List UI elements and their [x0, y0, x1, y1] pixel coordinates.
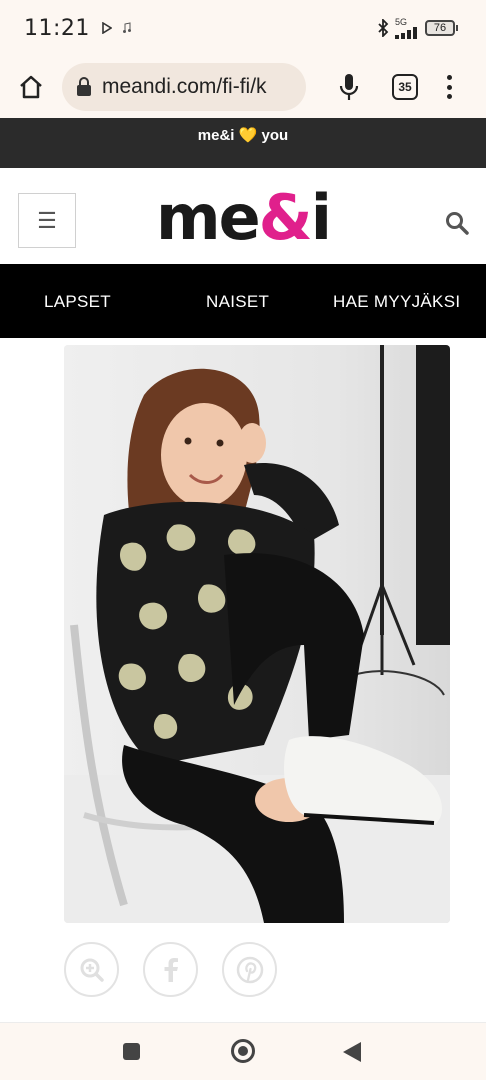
- home-button[interactable]: [14, 70, 48, 104]
- facebook-share-button[interactable]: [143, 942, 198, 997]
- bluetooth-icon: [378, 19, 389, 37]
- status-bar: 11:21 5G 76: [0, 0, 486, 56]
- music-notification-icon: [122, 22, 131, 33]
- product-photo[interactable]: [64, 345, 450, 923]
- microphone-icon: [339, 74, 359, 100]
- tab-count: 35: [398, 80, 412, 94]
- main-navigation: LAPSET NAISET HAE MYYJÄKSI: [0, 264, 486, 338]
- pinterest-share-button[interactable]: [222, 942, 277, 997]
- home-circle-icon[interactable]: [231, 1039, 255, 1063]
- facebook-icon: [164, 957, 178, 982]
- hamburger-menu-button[interactable]: ☰: [18, 193, 76, 248]
- site-logo[interactable]: me&i: [156, 180, 332, 256]
- hamburger-icon: ☰: [37, 207, 57, 233]
- nav-item-lapset[interactable]: LAPSET: [44, 292, 111, 312]
- address-bar[interactable]: meandi.com/fi-fi/k: [62, 63, 306, 111]
- network-type-label: 5G: [395, 16, 408, 27]
- voice-search-button[interactable]: [334, 70, 364, 104]
- status-time: 11:21: [24, 15, 90, 41]
- product-photo-illustration: [64, 345, 450, 923]
- browser-menu-button[interactable]: [444, 72, 454, 102]
- heart-icon: 💛: [238, 127, 258, 144]
- site-header: ☰ me&i: [0, 168, 486, 264]
- zoom-in-icon: [80, 958, 104, 982]
- status-notification-icons: [102, 22, 132, 34]
- tab-switcher-button[interactable]: 35: [392, 74, 418, 100]
- signal-strength-icon: [395, 26, 417, 39]
- promo-text: me&i 💛 you: [197, 127, 289, 144]
- promo-banner: me&i 💛 you: [0, 118, 486, 168]
- status-right-icons: 5G 76: [377, 16, 458, 39]
- lock-icon: [77, 77, 91, 96]
- play-notification-icon: [102, 22, 112, 34]
- search-icon[interactable]: [444, 210, 470, 236]
- zoom-button[interactable]: [64, 942, 119, 997]
- pinterest-icon: [236, 956, 263, 983]
- battery-level: 76: [433, 22, 447, 34]
- url-text: meandi.com/fi-fi/k: [102, 75, 267, 98]
- battery-indicator: 76: [425, 20, 458, 36]
- nav-item-naiset[interactable]: NAISET: [206, 292, 269, 312]
- share-buttons: [64, 942, 277, 997]
- browser-toolbar: meandi.com/fi-fi/k 35: [0, 56, 486, 118]
- nav-item-hae-myyjaksi[interactable]: HAE MYYJÄKSI: [333, 292, 460, 312]
- home-icon: [20, 75, 42, 99]
- recent-apps-icon[interactable]: [123, 1043, 140, 1060]
- system-navigation-bar: [0, 1022, 486, 1080]
- back-arrow-icon[interactable]: [343, 1042, 361, 1062]
